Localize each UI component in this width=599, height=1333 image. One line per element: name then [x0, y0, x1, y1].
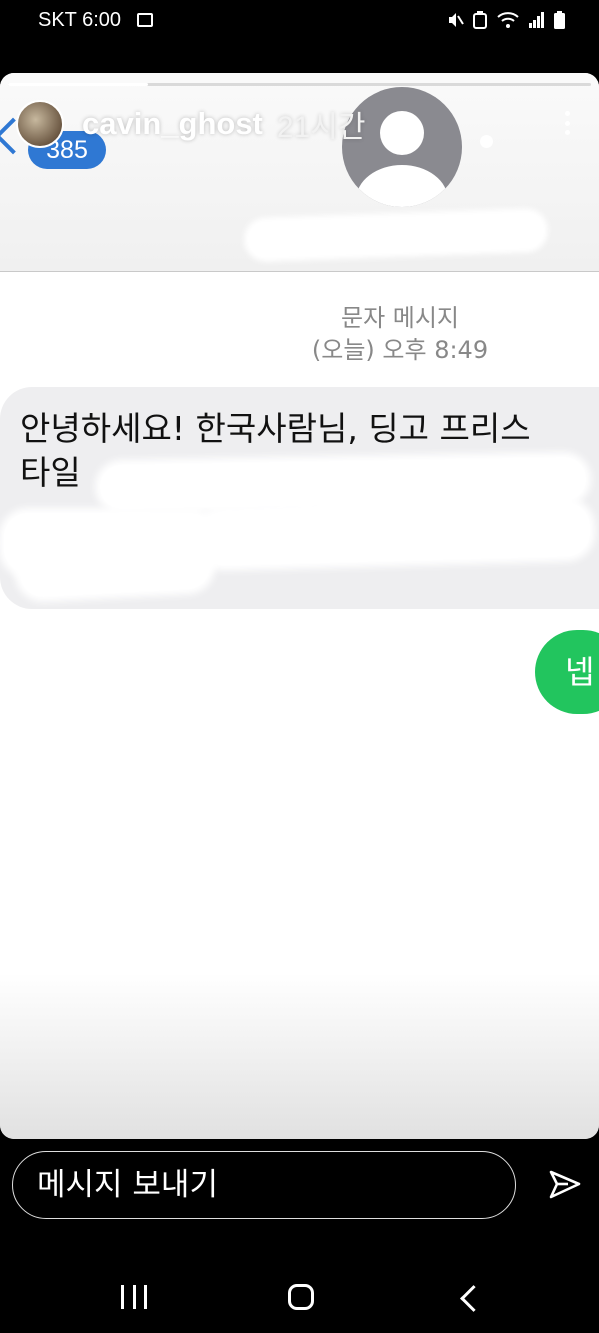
redaction-scribble — [99, 456, 587, 510]
send-icon[interactable] — [548, 1168, 582, 1202]
battery-saver-icon — [473, 11, 487, 33]
status-bar: SKT 6:00 — [0, 0, 599, 44]
message-type-label: 문자 메시지 — [340, 304, 460, 332]
clock: 6:00 — [82, 9, 122, 31]
story-viewer[interactable]: 385 cavin_ghost 21시간 문자 메시지 (오늘) 오후 8:49… — [0, 73, 599, 1139]
header-dot — [480, 135, 493, 148]
more-vertical-icon[interactable] — [565, 111, 571, 135]
message-timestamp: (오늘) 오후 8:49 — [311, 336, 489, 364]
redaction-scribble — [199, 501, 591, 567]
story-progress-bar — [8, 83, 591, 86]
message-reply-input[interactable]: 메시지 보내기 — [12, 1151, 516, 1219]
incoming-text-line1: 안녕하세요! 한국사람님, 딩고 프리스 — [20, 409, 531, 448]
home-icon[interactable] — [288, 1284, 314, 1310]
wifi-icon — [496, 11, 520, 33]
story-author[interactable]: cavin_ghost 21시간 — [16, 99, 365, 149]
story-bottom-gradient — [0, 973, 599, 1139]
story-progress-fill — [8, 83, 148, 86]
avatar[interactable] — [16, 100, 64, 148]
recents-icon[interactable] — [121, 1285, 147, 1309]
redacted-contact-name — [247, 211, 545, 259]
incoming-message-bubble: 안녕하세요! 한국사람님, 딩고 프리스 타일 — [0, 387, 599, 609]
mute-vibrate-icon — [446, 11, 464, 33]
signal-icon — [529, 12, 545, 32]
redaction-scribble — [18, 542, 212, 598]
status-icons — [446, 11, 565, 33]
story-time-ago: 21시간 — [276, 111, 366, 144]
back-icon[interactable] — [460, 1285, 487, 1312]
gallery-icon — [137, 13, 153, 27]
battery-icon — [554, 11, 565, 33]
carrier-and-time: SKT 6:00 — [38, 9, 121, 32]
carrier-label: SKT — [38, 9, 77, 31]
story-username[interactable]: cavin_ghost — [82, 106, 263, 142]
outgoing-message-bubble: 넵 — [535, 630, 599, 714]
